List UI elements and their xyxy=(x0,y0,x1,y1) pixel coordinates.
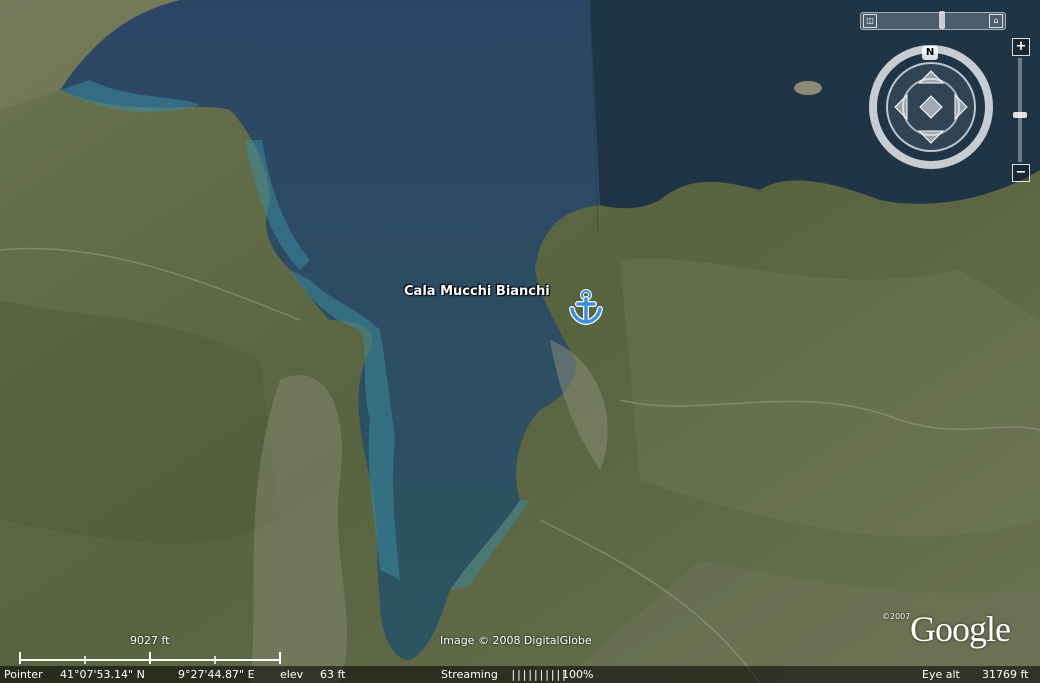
imagery-credit: Image © 2008 DigitalGlobe xyxy=(440,634,592,647)
navigation-controls: ◫ ⌂ N + − xyxy=(846,6,1040,186)
eye-altitude-value: 31769 ft xyxy=(982,668,1029,681)
elevation-label: elev xyxy=(280,668,304,681)
pointer-latitude: 41°07'53.14" N xyxy=(60,668,145,681)
status-bar: Pointer 41°07'53.14" N 9°27'44.87" E ele… xyxy=(0,666,1040,683)
compass-north[interactable]: N xyxy=(922,46,938,60)
streaming-percent: 100% xyxy=(562,668,594,681)
elevation-value: 63 ft xyxy=(320,668,346,681)
streaming-label: Streaming xyxy=(441,668,498,681)
zoom-out-button[interactable]: − xyxy=(1012,164,1030,182)
zoom-track[interactable] xyxy=(1018,58,1022,162)
placemark-label[interactable]: Cala Mucchi Bianchi xyxy=(404,284,550,299)
eye-altitude-label: Eye alt xyxy=(922,668,960,681)
tilt-down-icon[interactable]: ◫ xyxy=(863,14,877,28)
logo-copyright: ©2007 xyxy=(882,612,911,621)
zoom-slider[interactable]: + − xyxy=(1012,38,1030,188)
streaming-progress: |||||||||| xyxy=(510,668,567,681)
google-logo: Google xyxy=(910,609,1011,649)
compass-ring[interactable] xyxy=(866,42,996,172)
scale-legend: 9027 ft xyxy=(0,634,290,666)
zoom-slider-knob[interactable] xyxy=(1013,111,1027,118)
scale-bar xyxy=(19,652,281,664)
anchor-icon[interactable] xyxy=(568,287,604,325)
tilt-slider-knob[interactable] xyxy=(939,11,945,29)
tilt-slider[interactable]: ◫ ⌂ xyxy=(860,11,1006,30)
zoom-in-button[interactable]: + xyxy=(1012,38,1030,56)
pointer-label: Pointer xyxy=(4,668,43,681)
reset-view-icon[interactable]: ⌂ xyxy=(989,14,1003,28)
pointer-longitude: 9°27'44.87" E xyxy=(178,668,255,681)
map-viewport[interactable]: Cala Mucchi Bianchi ◫ ⌂ N + − Image © 20… xyxy=(0,0,1040,683)
